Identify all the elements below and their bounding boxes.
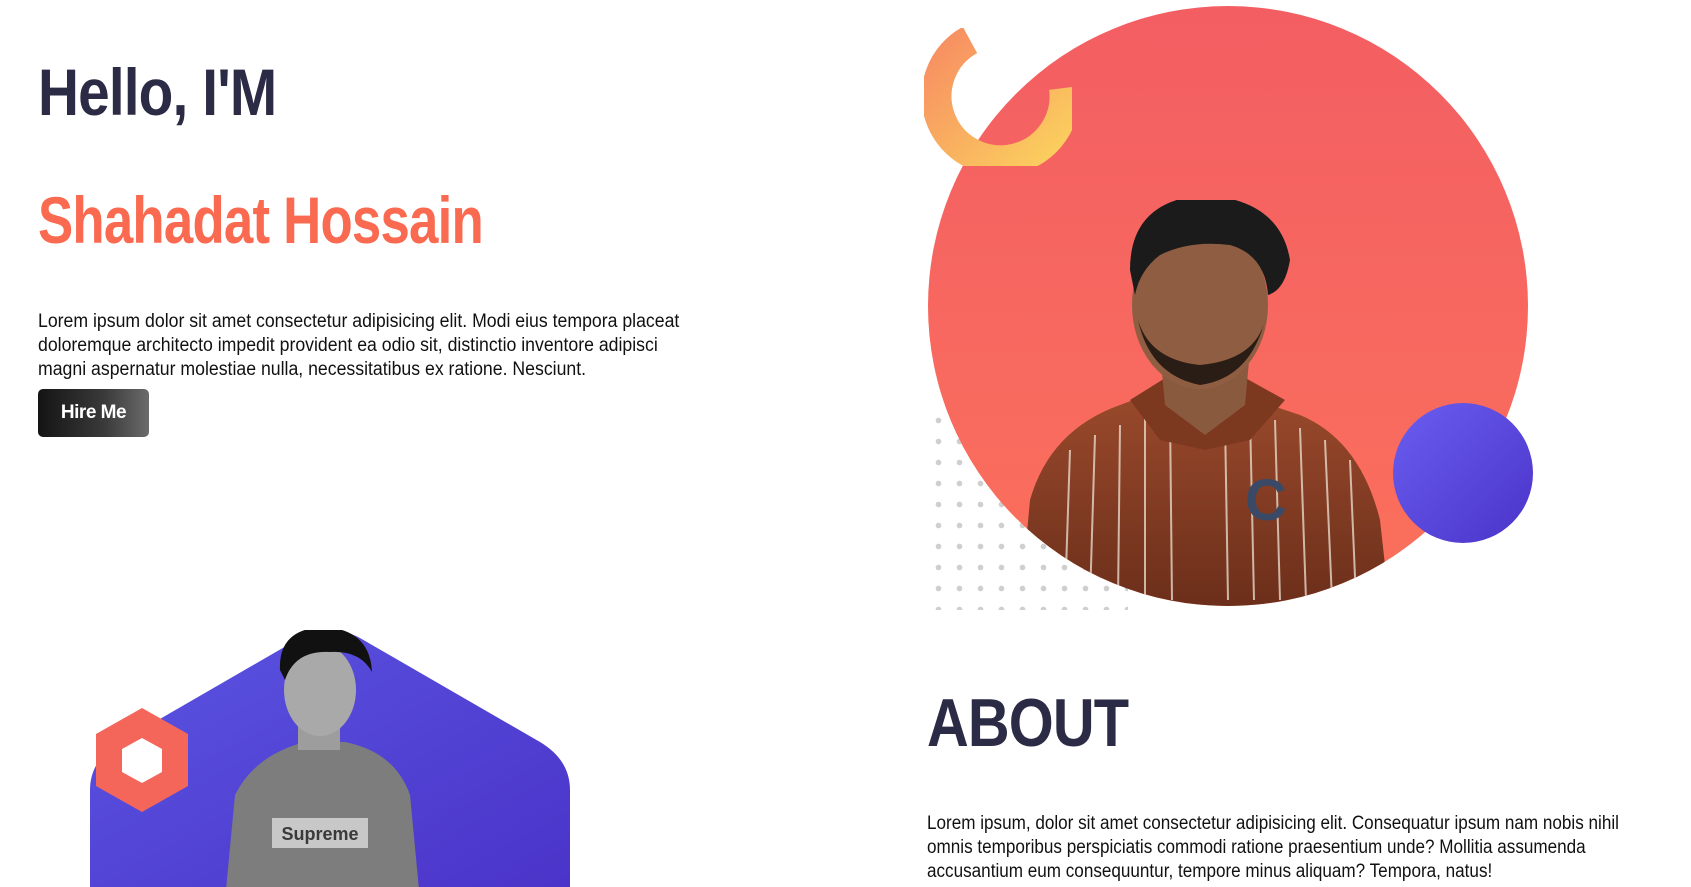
shirt-logo-text: C [1245, 468, 1287, 533]
hero-intro-text: Lorem ipsum dolor sit amet consectetur a… [38, 311, 680, 380]
hero-portrait-image: C [1020, 200, 1390, 606]
about-illustration: Supreme [90, 630, 570, 887]
arc-ring-decoration [924, 28, 1072, 166]
sweater-logo-text: Supreme [281, 824, 358, 844]
purple-ball-decoration [1393, 403, 1533, 543]
hire-me-button[interactable]: Hire Me [38, 389, 149, 437]
portfolio-page: Hello, I'M Shahadat Hossain Lorem ipsum … [0, 0, 1691, 887]
hero-name: Shahadat Hossain [38, 183, 484, 257]
about-text: Lorem ipsum, dolor sit amet consectetur … [927, 813, 1619, 882]
about-title: ABOUT [927, 685, 1129, 761]
hero-greeting: Hello, I'M [38, 55, 277, 129]
